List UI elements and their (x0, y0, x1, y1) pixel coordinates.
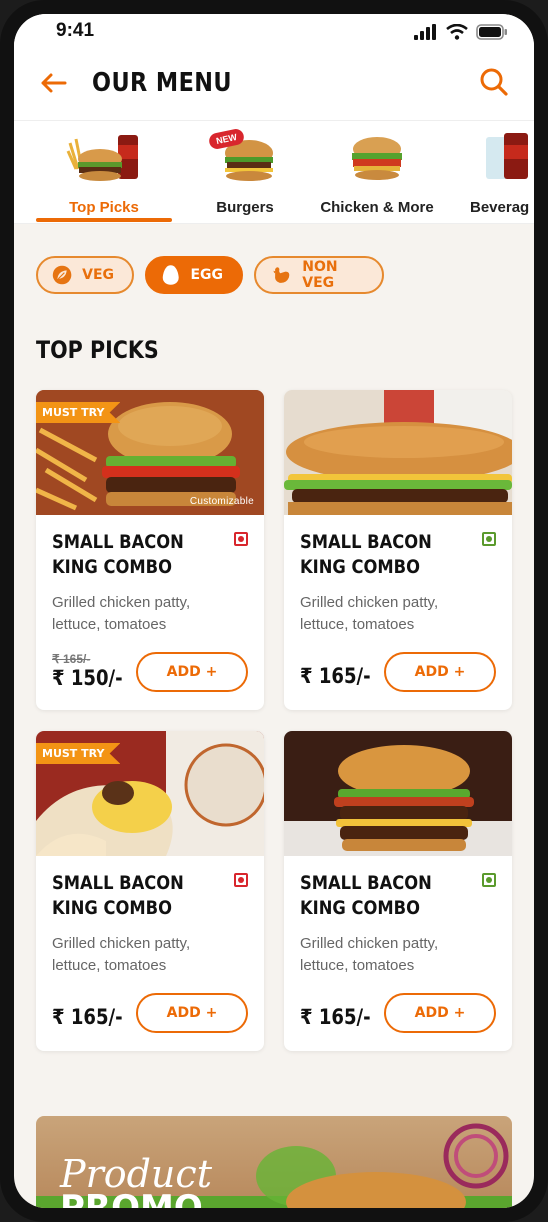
product-name: SMALL BACON KING COMBO (52, 871, 198, 921)
must-try-badge: MUST TRY (36, 402, 121, 423)
promo-subtitle: PROMO (60, 1188, 203, 1208)
product-name-line: KING COMBO (300, 897, 421, 919)
status-icons (414, 24, 508, 40)
signal-icon (414, 24, 436, 40)
status-bar: 9:41 (14, 14, 534, 48)
product-card[interactable]: MUST TRY Customizable SMALL BACON KING C… (36, 390, 264, 710)
add-button[interactable]: ADD + (136, 993, 248, 1033)
product-name-line: SMALL BACON (300, 531, 432, 553)
veg-indicator-icon (482, 532, 496, 546)
product-name: SMALL BACON KING COMBO (52, 530, 198, 580)
product-name: SMALL BACON KING COMBO (300, 530, 446, 580)
product-description: Grilled chicken patty, lettuce, tomatoes (300, 933, 490, 977)
product-description: Grilled chicken patty, lettuce, tomatoes (52, 933, 242, 977)
egg-icon (162, 265, 179, 285)
promo-banner[interactable]: Product PROMO (36, 1116, 512, 1208)
filter-veg[interactable]: VEG (36, 256, 134, 294)
beverage-thumbnail (484, 129, 534, 185)
description-line: Grilled chicken patty, (300, 594, 439, 611)
add-button[interactable]: ADD + (136, 652, 248, 692)
arrow-left-icon[interactable] (38, 68, 68, 98)
product-name: SMALL BACON KING COMBO (300, 871, 446, 921)
active-tab-indicator (36, 218, 172, 222)
status-time: 9:41 (56, 20, 95, 41)
product-price: ₹ 150/- (52, 666, 123, 690)
page-header: OUR MENU (14, 48, 534, 121)
filter-label: VEG (82, 267, 114, 283)
product-name-line: SMALL BACON (52, 531, 184, 553)
page-title: OUR MENU (92, 68, 233, 98)
product-price: ₹ 165/- (300, 664, 371, 688)
non-veg-indicator-icon (234, 873, 248, 887)
add-button[interactable]: ADD + (384, 993, 496, 1033)
filter-label: NON VEG (302, 259, 338, 291)
product-name-line: SMALL BACON (300, 872, 432, 894)
product-description: Grilled chicken patty, lettuce, tomatoes (300, 592, 490, 636)
product-name-line: SMALL BACON (52, 872, 184, 894)
chicken-icon (273, 267, 290, 283)
tab-burgers[interactable]: NEW Burgers (190, 127, 300, 221)
product-price: ₹ 165/- (300, 1005, 371, 1029)
app-screen: 9:41 OUR MENU Top Picks NEW Burgers Chic… (14, 14, 534, 1208)
description-line: lettuce, tomatoes (300, 957, 415, 974)
section-title: TOP PICKS (36, 336, 159, 364)
product-name-line: KING COMBO (52, 556, 173, 578)
product-card[interactable]: SMALL BACON KING COMBO Grilled chicken p… (284, 731, 512, 1051)
product-image (284, 390, 512, 515)
product-price: ₹ 165/- (52, 1005, 123, 1029)
description-line: lettuce, tomatoes (52, 616, 167, 633)
tab-beverages[interactable]: Beverag (470, 129, 534, 221)
description-line: Grilled chicken patty, (52, 935, 191, 952)
add-button[interactable]: ADD + (384, 652, 496, 692)
burger-thumbnail: NEW (205, 127, 285, 185)
description-line: Grilled chicken patty, (300, 935, 439, 952)
phone-frame: 9:41 OUR MENU Top Picks NEW Burgers Chic… (0, 0, 548, 1222)
tab-chicken-more[interactable]: Chicken & More (314, 129, 440, 221)
tab-label: Burgers (216, 199, 274, 216)
filter-egg[interactable]: EGG (145, 256, 243, 294)
description-line: lettuce, tomatoes (52, 957, 167, 974)
product-description: Grilled chicken patty, lettuce, tomatoes (52, 592, 242, 636)
wifi-icon (446, 24, 468, 40)
tab-label: Top Picks (69, 199, 139, 216)
battery-icon (476, 24, 507, 40)
description-line: lettuce, tomatoes (300, 616, 415, 633)
product-card[interactable]: MUST TRY SMALL BACON KING COMBO Grilled … (36, 731, 264, 1051)
tab-label: Chicken & More (320, 199, 434, 216)
product-card[interactable]: SMALL BACON KING COMBO Grilled chicken p… (284, 390, 512, 710)
filter-label: EGG (190, 267, 223, 283)
search-icon[interactable] (478, 66, 510, 98)
must-try-badge: MUST TRY (36, 743, 121, 764)
chicken-thumbnail (337, 129, 417, 185)
product-name-line: KING COMBO (52, 897, 173, 919)
filter-non-veg[interactable]: NON VEG (254, 256, 384, 294)
veg-leaf-icon (52, 265, 72, 285)
customizable-note: Customizable (189, 496, 254, 507)
veg-indicator-icon (482, 873, 496, 887)
original-price: ₹ 165/- (52, 652, 91, 666)
non-veg-indicator-icon (234, 532, 248, 546)
product-image (284, 731, 512, 856)
product-name-line: KING COMBO (300, 556, 421, 578)
category-tabs: Top Picks NEW Burgers Chicken & More Bev… (14, 121, 534, 224)
description-line: Grilled chicken patty, (52, 594, 191, 611)
tab-label: Beverag (470, 199, 530, 216)
combo-thumbnail (64, 129, 144, 185)
tab-top-picks[interactable]: Top Picks (38, 129, 170, 221)
